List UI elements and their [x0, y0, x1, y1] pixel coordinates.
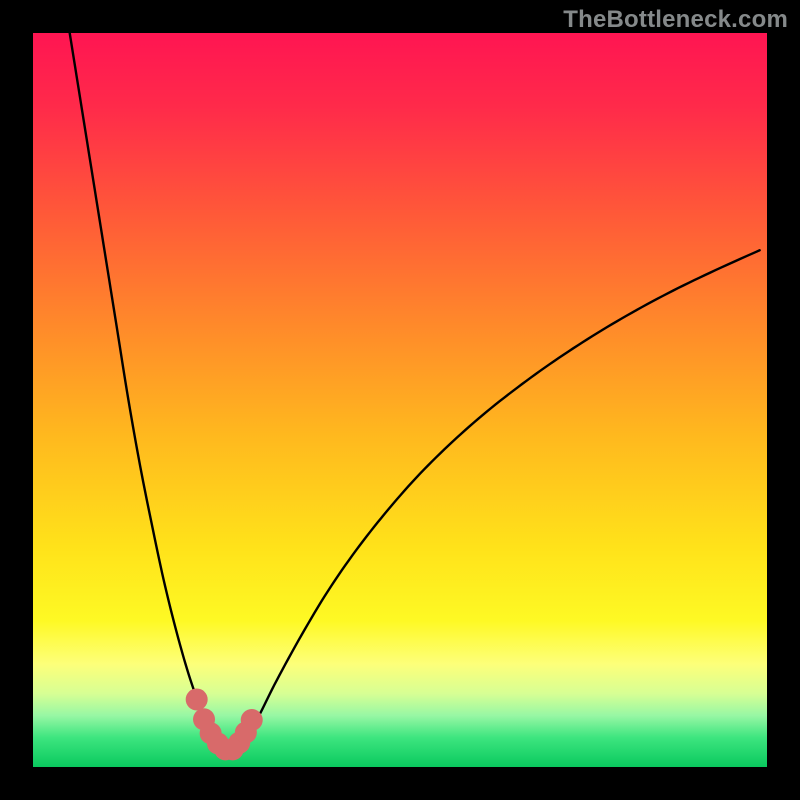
chart-svg: [33, 33, 767, 767]
watermark-text: TheBottleneck.com: [563, 6, 788, 34]
plot-area: [33, 33, 767, 767]
chart-frame: TheBottleneck.com: [0, 0, 800, 800]
marker-dot: [186, 688, 208, 710]
gradient-background: [33, 33, 767, 767]
marker-dot: [241, 709, 263, 731]
